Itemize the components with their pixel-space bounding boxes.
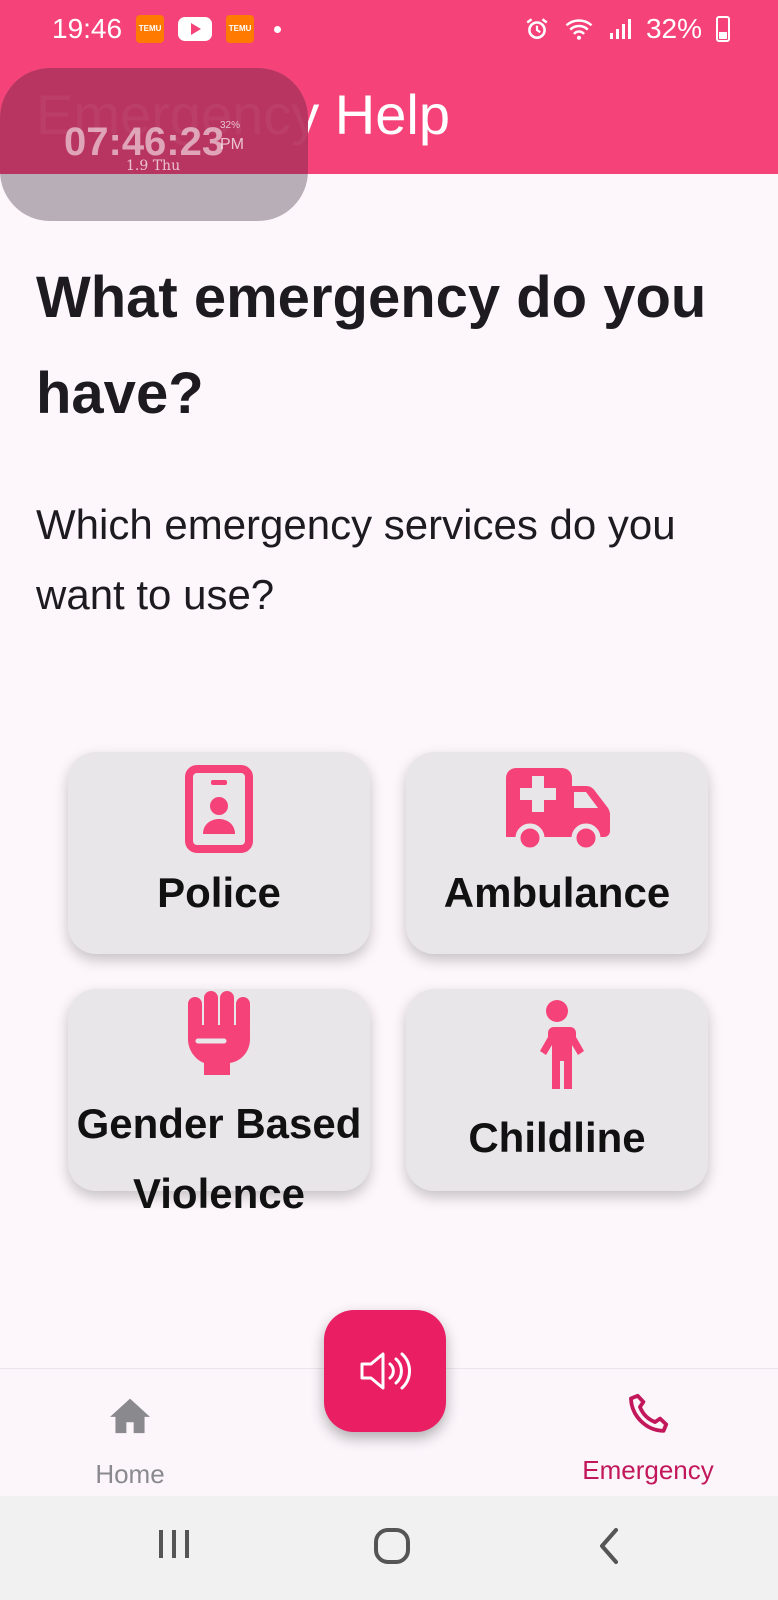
gender-based-violence-button[interactable]: Gender Based Violence bbox=[68, 989, 370, 1217]
speak-button[interactable] bbox=[324, 1310, 446, 1432]
home-icon bbox=[110, 1398, 150, 1434]
page-headline: What emergency do you have? bbox=[36, 265, 707, 426]
temu-icon: TEMU bbox=[136, 15, 165, 43]
nav-item-emergency[interactable]: Emergency bbox=[548, 1369, 748, 1497]
overlay-clock-ampm: PM bbox=[220, 136, 244, 153]
battery-icon bbox=[716, 16, 730, 42]
recents-icon[interactable] bbox=[157, 1526, 191, 1562]
dot-icon bbox=[274, 25, 282, 33]
ambulance-label: Ambulance bbox=[443, 869, 671, 916]
status-time: 19:46 bbox=[52, 13, 123, 44]
floating-clock-overlay[interactable]: 07:46:23 32% PM 1.9 Thu bbox=[0, 68, 308, 221]
child-icon bbox=[540, 1000, 584, 1089]
nav-label-home: Home bbox=[95, 1459, 165, 1489]
status-left: 19:46 TEMU TEMU bbox=[52, 13, 282, 45]
overlay-clock-date: 1.9 Thu bbox=[126, 158, 181, 174]
gender-based-violence-label: Gender Based Violence bbox=[76, 1100, 362, 1217]
ambulance-icon bbox=[506, 768, 610, 853]
speaker-icon bbox=[360, 1352, 412, 1390]
alarm-icon bbox=[526, 18, 548, 39]
police-button[interactable]: Police bbox=[68, 752, 370, 954]
signal-icon bbox=[609, 19, 631, 39]
system-navigation-bar bbox=[0, 1496, 778, 1600]
phone-icon bbox=[629, 1393, 669, 1433]
back-icon[interactable] bbox=[596, 1526, 622, 1566]
overlay-clock-battery: 32% bbox=[220, 120, 241, 131]
childline-label: Childline bbox=[468, 1114, 646, 1161]
police-label: Police bbox=[157, 869, 281, 916]
childline-button[interactable]: Childline bbox=[406, 989, 708, 1191]
fist-icon bbox=[188, 991, 250, 1075]
nav-label-emergency: Emergency bbox=[582, 1455, 714, 1485]
police-badge-icon bbox=[185, 765, 253, 853]
nav-item-home[interactable]: Home bbox=[30, 1369, 230, 1497]
temu-icon: TEMU bbox=[226, 15, 255, 43]
status-right: 32% bbox=[524, 13, 730, 45]
status-bar: 19:46 TEMU TEMU 32% bbox=[0, 0, 778, 58]
battery-percent: 32% bbox=[645, 13, 702, 44]
page-subheadline: Which emergency services do you want to … bbox=[36, 501, 676, 618]
home-circle-icon[interactable] bbox=[372, 1526, 412, 1566]
youtube-icon bbox=[178, 17, 213, 41]
ambulance-button[interactable]: Ambulance bbox=[406, 752, 708, 954]
wifi-icon bbox=[565, 19, 593, 40]
